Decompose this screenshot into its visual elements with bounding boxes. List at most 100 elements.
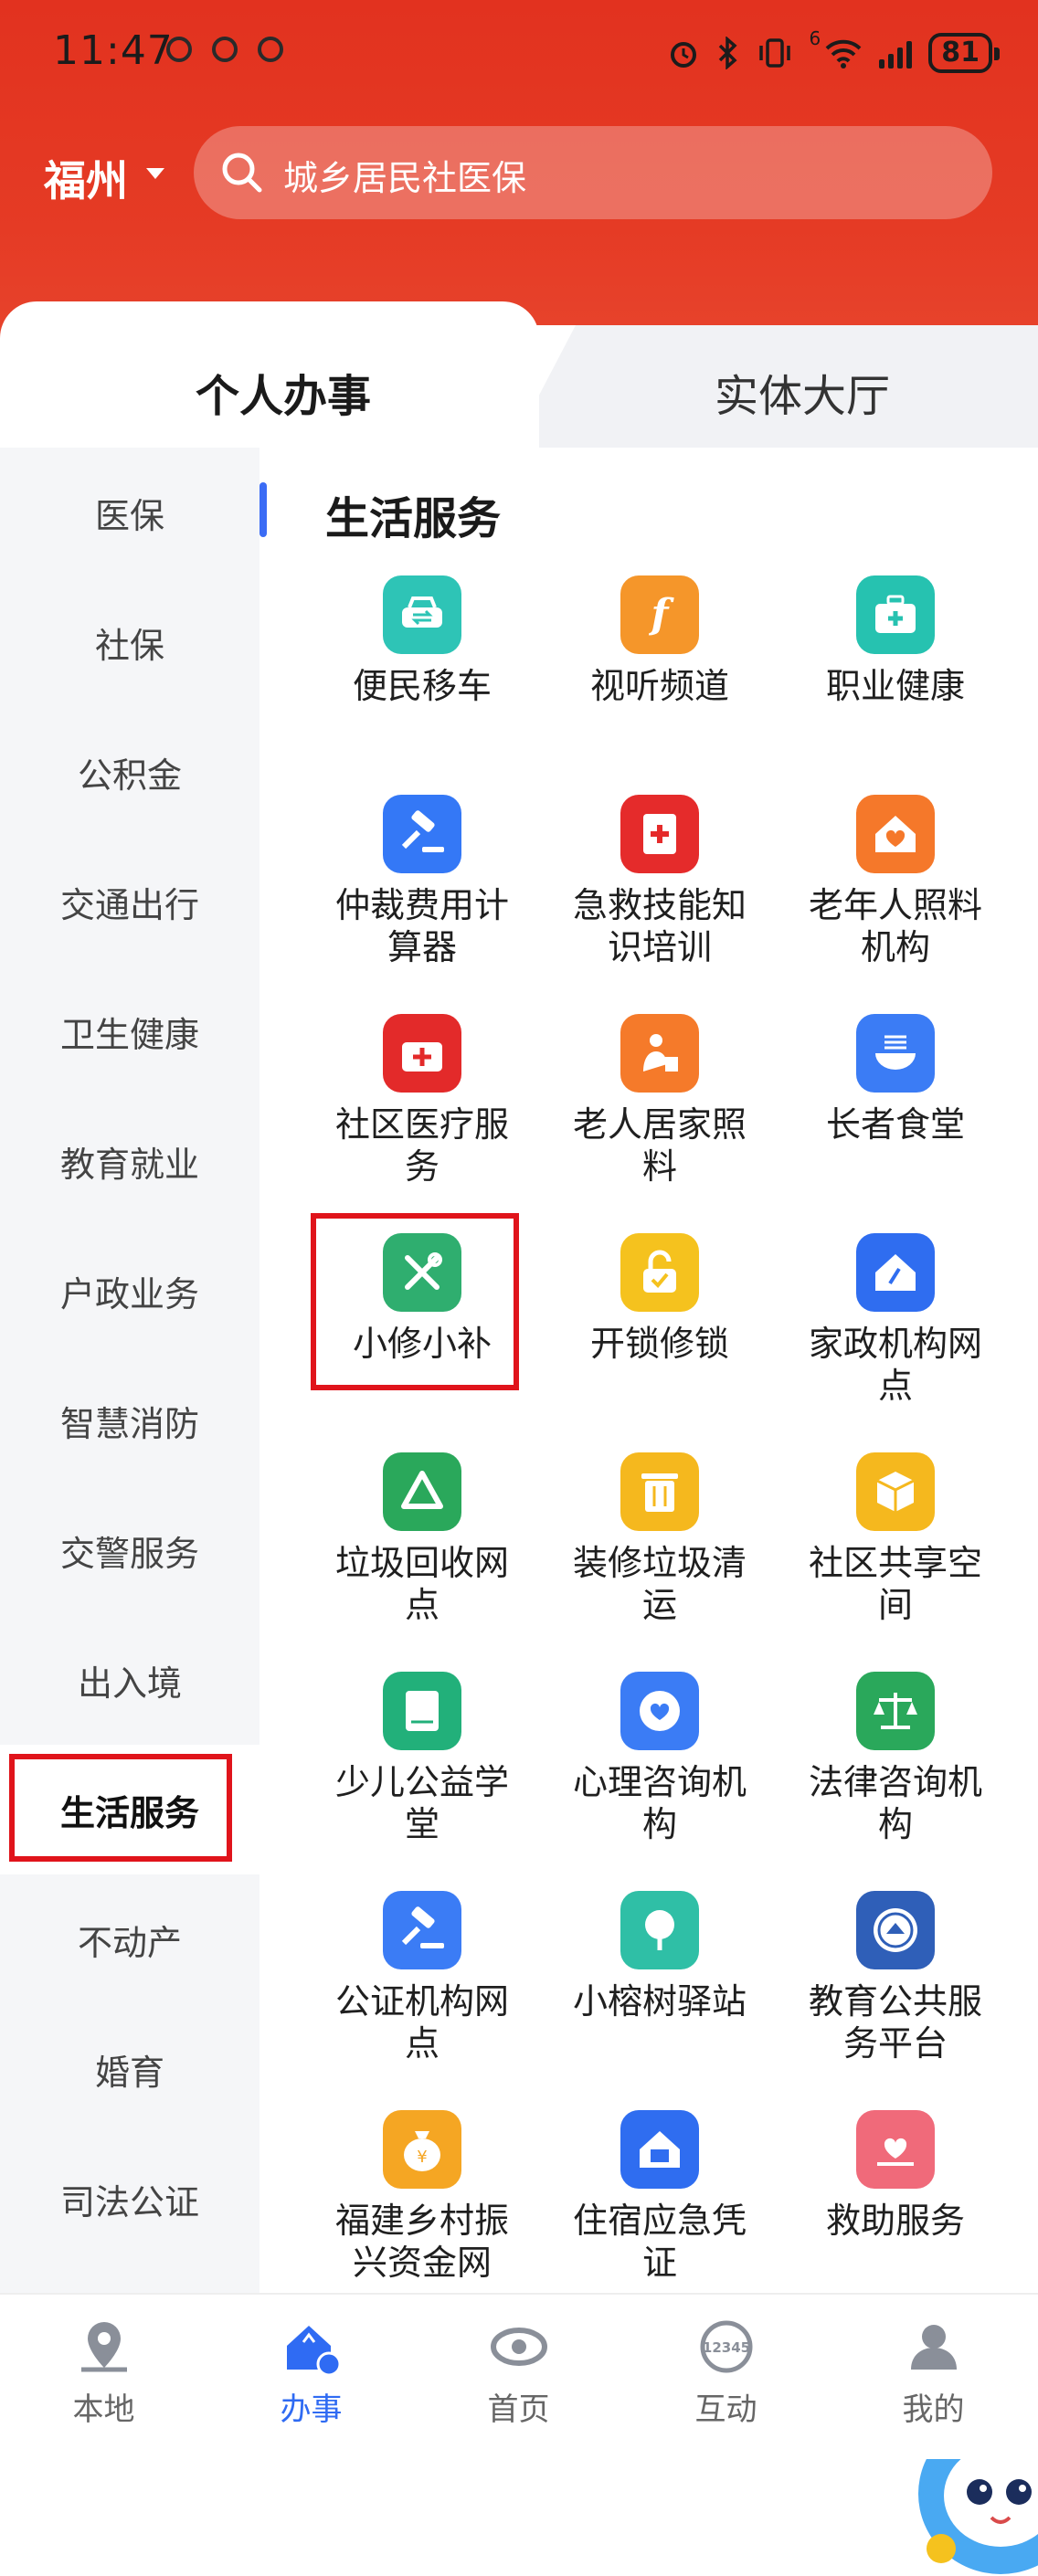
service-label: 社区医疗服务: [334, 1104, 509, 1187]
search-icon: [222, 153, 262, 193]
service-label: 视听频道: [589, 666, 729, 706]
service-item[interactable]: 开锁修锁: [559, 1233, 760, 1365]
service-item[interactable]: f 视听频道: [559, 575, 760, 707]
service-item[interactable]: 仲裁费用计算器: [322, 795, 523, 968]
location-pin-icon: [72, 2315, 136, 2379]
service-label: 住宿应急凭证: [572, 2201, 747, 2283]
wifi-icon: [825, 39, 862, 69]
media-f-icon: f: [620, 575, 699, 654]
user-icon: [902, 2315, 966, 2379]
phone-heart-icon: [620, 1672, 699, 1750]
chevron-down-icon[interactable]: [146, 168, 164, 179]
sidebar-item[interactable]: 婚育: [0, 2004, 260, 2134]
city-selector[interactable]: 福州: [44, 148, 128, 208]
service-item[interactable]: 小榕树驿站: [559, 1891, 760, 2022]
notification-icon: [212, 37, 238, 62]
service-item[interactable]: 公证机构网点: [322, 1891, 523, 2064]
trash-icon: [620, 1452, 699, 1531]
hotline-badge: 12345: [702, 2339, 749, 2356]
service-item[interactable]: 社区医疗服务: [322, 1014, 523, 1188]
search-bar[interactable]: 城乡居民社医保: [194, 126, 992, 219]
network-type-label: 6: [809, 27, 821, 49]
service-item[interactable]: 职业健康: [795, 575, 996, 707]
service-item[interactable]: 长者食堂: [795, 1014, 996, 1145]
lock-icon: [620, 1233, 699, 1312]
nav-label: 本地: [72, 2391, 135, 2428]
service-label: 小榕树驿站: [572, 1981, 747, 2022]
first-aid-card-icon: [620, 795, 699, 873]
sidebar-item[interactable]: 医保: [0, 448, 260, 577]
bluetooth-icon: [718, 37, 737, 69]
nav-label: 互动: [694, 2391, 757, 2428]
helping-hand-icon: [856, 2110, 935, 2189]
service-label: 社区共享空间: [808, 1543, 982, 1625]
service-label: 职业健康: [825, 666, 965, 706]
section-title: 生活服务: [325, 493, 502, 544]
status-bar: 11:47 6 81: [0, 0, 1038, 110]
service-label: 垃圾回收网点: [334, 1543, 509, 1625]
nav-item[interactable]: 首页: [415, 2295, 622, 2459]
cube-icon: [856, 1452, 935, 1531]
nav-item[interactable]: 本地: [0, 2295, 207, 2459]
notary-gavel-icon: [383, 1891, 461, 1969]
service-label: 便民移车: [352, 666, 492, 706]
emergency-house-icon: [620, 2110, 699, 2189]
sidebar-item[interactable]: 公积金: [0, 707, 260, 837]
bottom-navigation: 本地 办事 首页 12345 互动 我的: [0, 2293, 1038, 2459]
service-item[interactable]: 家政机构网点: [795, 1233, 996, 1407]
sidebar-item[interactable]: 交通出行: [0, 837, 260, 966]
service-label: 公证机构网点: [334, 1981, 509, 2064]
service-item[interactable]: 急救技能知识培训: [559, 795, 760, 968]
heart-house-icon: [856, 795, 935, 873]
service-item[interactable]: 法律咨询机构: [795, 1672, 996, 1845]
sidebar-item[interactable]: 户政业务: [0, 1226, 260, 1356]
home-eye-icon: [487, 2315, 551, 2379]
service-label: 福建乡村振兴资金网: [334, 2201, 509, 2283]
sidebar-item[interactable]: 教育就业: [0, 1096, 260, 1226]
vibrate-icon: [758, 38, 790, 68]
service-item[interactable]: 老人居家照料: [559, 1014, 760, 1188]
service-item[interactable]: 装修垃圾清运: [559, 1452, 760, 1626]
nav-item[interactable]: 我的: [830, 2295, 1037, 2459]
service-label: 法律咨询机构: [808, 1762, 982, 1844]
nav-item[interactable]: 12345 互动: [622, 2295, 830, 2459]
sidebar-item[interactable]: 交警服务: [0, 1485, 260, 1615]
sidebar-item[interactable]: 出入境: [0, 1615, 260, 1745]
banyan-tree-icon: [620, 1891, 699, 1969]
service-item[interactable]: 住宿应急凭证: [559, 2110, 760, 2284]
service-label: 教育公共服务平台: [808, 1981, 982, 2064]
service-item[interactable]: 老年人照料机构: [795, 795, 996, 968]
sidebar-item[interactable]: 社保: [0, 577, 260, 707]
notification-icon: [166, 37, 192, 62]
elder-care-icon: [620, 1014, 699, 1093]
hotline-12345-icon: 12345: [694, 2315, 758, 2379]
sidebar-highlight-box: [9, 1754, 232, 1862]
tab-physical-hall-label[interactable]: 实体大厅: [567, 360, 1038, 424]
service-item[interactable]: 垃圾回收网点: [322, 1452, 523, 1626]
alarm-icon: [670, 42, 696, 68]
signal-icon: [879, 37, 913, 69]
service-item[interactable]: 社区共享空间: [795, 1452, 996, 1626]
nav-item[interactable]: 办事: [207, 2295, 415, 2459]
service-label: 老年人照料机构: [808, 885, 982, 967]
notification-icon: [258, 37, 283, 62]
service-item[interactable]: 教育公共服务平台: [795, 1891, 996, 2064]
money-bag-icon: ¥: [383, 2110, 461, 2189]
category-sidebar: 医保 社保 公积金 交通出行 卫生健康 教育就业 户政业务 智慧消防 交警服务 出入境 生活服务 不动…: [0, 448, 260, 2293]
search-input[interactable]: 城乡居民社医保: [283, 150, 526, 200]
service-label: 救助服务: [825, 2201, 965, 2241]
nav-label: 我的: [902, 2391, 965, 2428]
tab-personal-affairs-label[interactable]: 个人办事: [0, 360, 567, 424]
service-item[interactable]: 心理咨询机构: [559, 1672, 760, 1845]
sidebar-item[interactable]: 卫生健康: [0, 966, 260, 1096]
service-label: 急救技能知识培训: [572, 885, 747, 967]
service-item[interactable]: 便民移车: [322, 575, 523, 707]
service-item[interactable]: ¥ 福建乡村振兴资金网: [322, 2110, 523, 2284]
service-item[interactable]: 救助服务: [795, 2110, 996, 2242]
car-swap-icon: [383, 575, 461, 654]
svg-text:¥: ¥: [417, 2148, 427, 2167]
sidebar-item[interactable]: 智慧消防: [0, 1356, 260, 1485]
sidebar-item[interactable]: 司法公证: [0, 2134, 260, 2264]
service-item[interactable]: 少儿公益学堂: [322, 1672, 523, 1845]
sidebar-item[interactable]: 不动产: [0, 1874, 260, 2004]
